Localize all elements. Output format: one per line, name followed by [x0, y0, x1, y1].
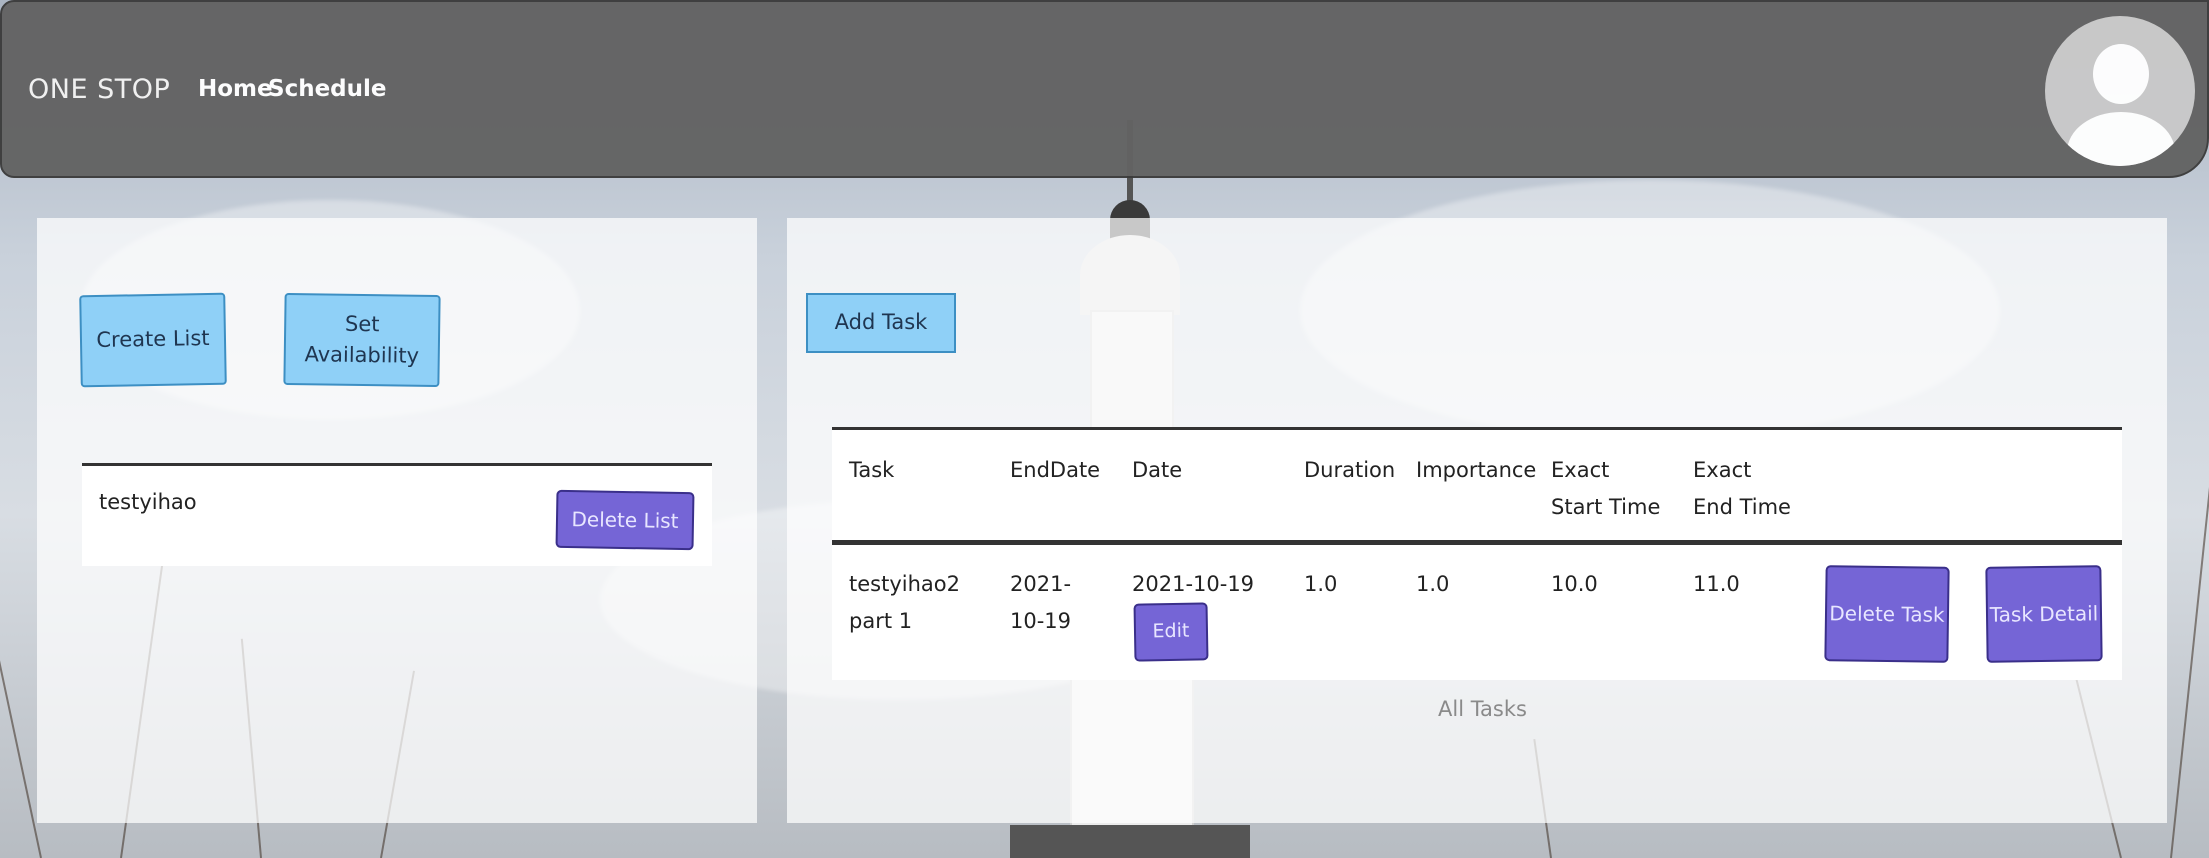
delete-list-button[interactable]: Delete List: [555, 489, 695, 551]
header-exact-start-time: Exact Start Time: [1551, 458, 1661, 519]
user-avatar-icon[interactable]: [2045, 16, 2195, 166]
header-enddate: EndDate: [1010, 458, 1101, 482]
cell-date: 2021-10-19: [1132, 572, 1255, 596]
nav-schedule-link[interactable]: Schedule: [268, 76, 387, 102]
task-detail-button[interactable]: Task Detail: [1985, 565, 2103, 663]
all-tasks-caption: All Tasks: [1438, 697, 1527, 721]
delete-task-button[interactable]: Delete Task: [1824, 565, 1950, 663]
nav-home-link[interactable]: Home: [198, 76, 273, 102]
set-availability-button[interactable]: Set Availability: [283, 292, 441, 388]
header-divider: [832, 540, 2122, 545]
top-navbar: ONE STOP Home Schedule: [0, 0, 2209, 178]
cell-enddate: 2021-10-19: [1010, 572, 1072, 633]
list-name[interactable]: testyihao: [99, 490, 197, 514]
edit-task-button[interactable]: Edit: [1133, 602, 1209, 662]
header-importance: Importance: [1416, 458, 1537, 482]
cell-exact-start: 10.0: [1551, 572, 1598, 596]
tasks-table: Task EndDate Date Duration Importance Ex…: [832, 427, 2122, 680]
cell-task: testyihao2 part 1: [849, 572, 960, 633]
header-exact-end-time: Exact End Time: [1693, 458, 1791, 519]
create-list-button[interactable]: Create List: [79, 292, 227, 388]
header-date: Date: [1132, 458, 1183, 482]
list-item: testyihao Delete List: [82, 463, 712, 566]
cell-duration: 1.0: [1304, 572, 1338, 596]
cell-importance: 1.0: [1416, 572, 1450, 596]
add-task-button[interactable]: Add Task: [806, 293, 956, 353]
brand-logo[interactable]: ONE STOP: [28, 74, 170, 105]
header-task: Task: [849, 458, 895, 482]
cell-exact-end: 11.0: [1693, 572, 1740, 596]
header-duration: Duration: [1304, 458, 1396, 482]
